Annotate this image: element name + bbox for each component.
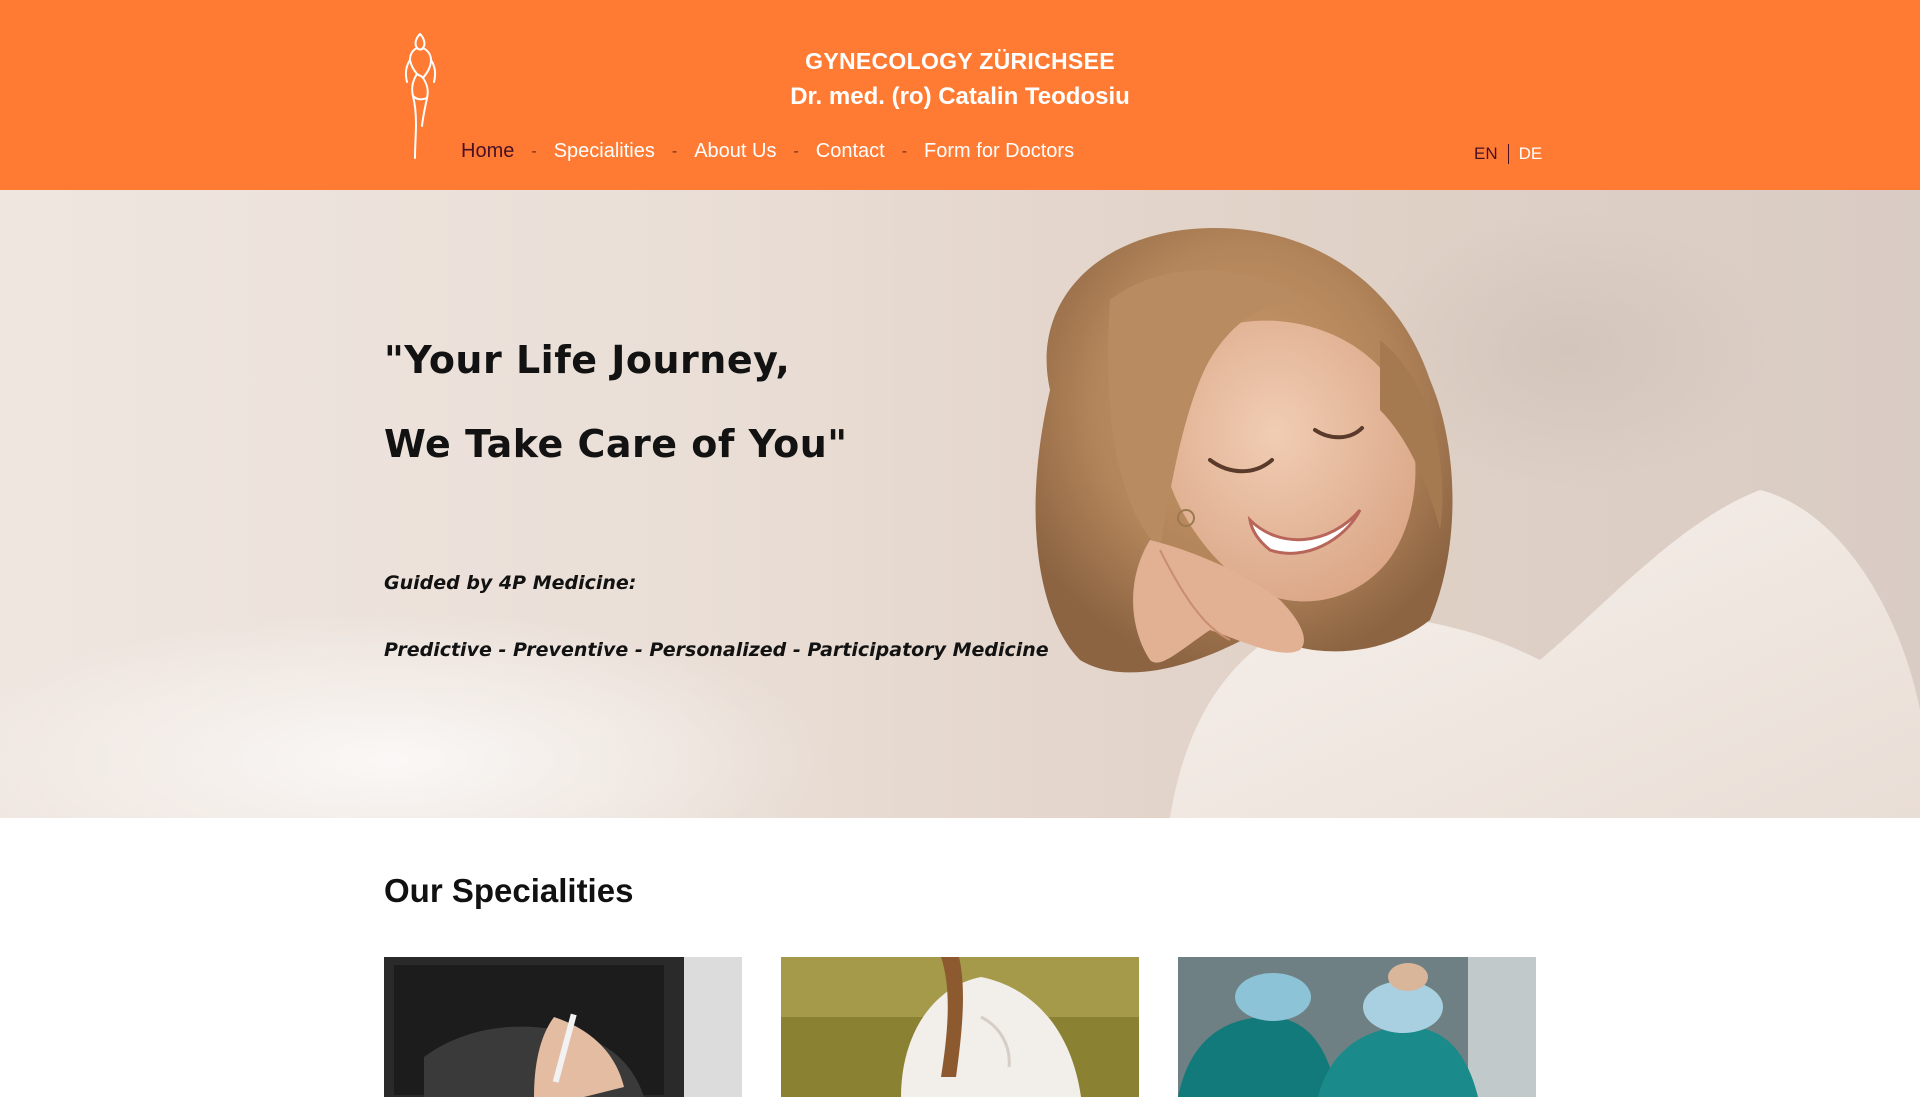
language-switcher: EN DE bbox=[1474, 144, 1542, 164]
brand-title: GYNECOLOGY ZÜRICHSEE Dr. med. (ro) Catal… bbox=[0, 46, 1920, 114]
main-nav: Home - Specialities - About Us - Contact… bbox=[461, 140, 1074, 163]
nav-separator: - bbox=[671, 142, 678, 160]
site-header: GYNECOLOGY ZÜRICHSEE Dr. med. (ro) Catal… bbox=[0, 0, 1920, 190]
practice-name: GYNECOLOGY ZÜRICHSEE bbox=[805, 48, 1115, 74]
language-divider bbox=[1507, 144, 1509, 164]
nav-form-for-doctors[interactable]: Form for Doctors bbox=[924, 140, 1074, 163]
doctor-name: Dr. med. (ro) Catalin Teodosiu bbox=[790, 83, 1130, 110]
ultrasound-photo bbox=[384, 957, 742, 1097]
language-en-link[interactable]: EN bbox=[1474, 144, 1498, 164]
speciality-card-pregnancy[interactable] bbox=[781, 957, 1139, 1097]
hero-banner: "Your Life Journey, We Take Care of You"… bbox=[0, 190, 1920, 818]
hero-subtitle-line1: Guided by 4P Medicine: bbox=[384, 572, 637, 594]
nav-separator: - bbox=[531, 142, 537, 160]
hero-quote-line2: We Take Care of You" bbox=[384, 422, 848, 466]
speciality-card-surgery[interactable] bbox=[1178, 957, 1536, 1097]
nav-home[interactable]: Home bbox=[461, 140, 514, 163]
surgery-photo bbox=[1178, 957, 1536, 1097]
specialities-heading: Our Specialities bbox=[384, 872, 634, 909]
hero-woman-photo bbox=[1035, 227, 1920, 818]
nav-separator: - bbox=[901, 142, 908, 160]
nav-separator: - bbox=[793, 142, 799, 160]
speciality-card-ultrasound[interactable] bbox=[384, 957, 742, 1097]
nav-about-us[interactable]: About Us bbox=[694, 140, 776, 163]
pregnancy-photo bbox=[781, 957, 1139, 1097]
hero-subtitle-line2: Predictive - Preventive - Personalized -… bbox=[384, 639, 1049, 661]
nav-specialities[interactable]: Specialities bbox=[554, 140, 655, 163]
hero-quote-line1: "Your Life Journey, bbox=[384, 338, 791, 382]
nav-contact[interactable]: Contact bbox=[816, 140, 885, 163]
language-de-link[interactable]: DE bbox=[1519, 144, 1543, 164]
